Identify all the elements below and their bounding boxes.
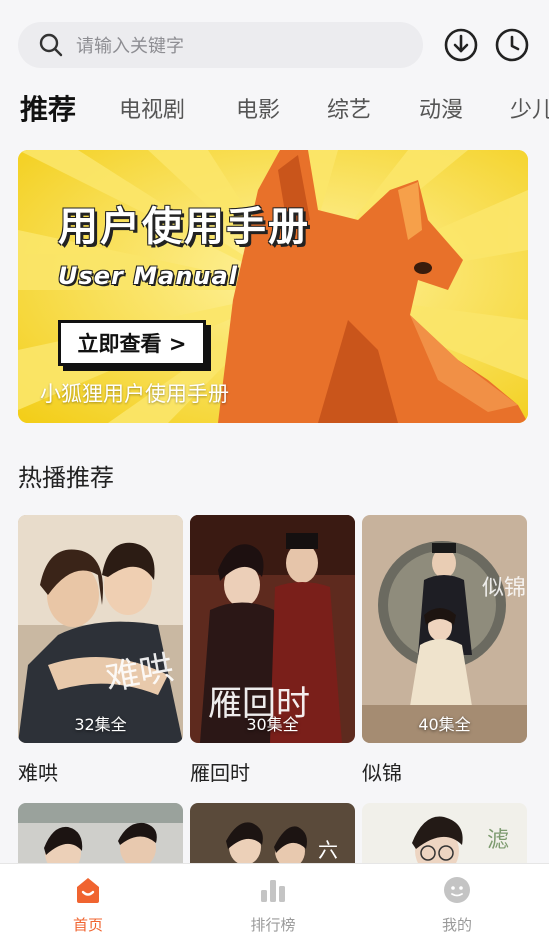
top-bar: 请输入关键字 <box>0 0 549 80</box>
history-clock-icon[interactable] <box>494 27 530 63</box>
tab-anime[interactable]: 动漫 <box>419 92 463 124</box>
poster-image: 六 <box>190 803 355 863</box>
poster-image: 雁回时 <box>190 515 355 743</box>
nav-home[interactable]: 首页 <box>28 864 148 943</box>
poster-image: 滤 <box>362 803 527 863</box>
nav-home-label: 首页 <box>72 916 103 934</box>
drama-card[interactable]: 六 <box>190 803 355 863</box>
search-placeholder: 请输入关键字 <box>76 36 184 57</box>
poster-image <box>18 803 183 863</box>
drama-card[interactable]: 雁回时 30集全 雁回时 <box>190 515 355 786</box>
tab-kids[interactable]: 少儿 <box>510 92 549 124</box>
episode-count: 30集全 <box>246 715 299 734</box>
drama-title[interactable]: 难哄 <box>18 757 183 786</box>
drama-card[interactable]: 滤 <box>362 803 527 863</box>
nav-ranking[interactable]: 排行榜 <box>213 864 333 943</box>
svg-text:似锦: 似锦 <box>482 576 526 601</box>
poster-text: 六 <box>318 838 338 862</box>
drama-poster[interactable]: 似锦 40集全 <box>362 515 527 743</box>
tab-movies[interactable]: 电影 <box>236 92 280 124</box>
nav-profile-label: 我的 <box>441 916 472 934</box>
tab-recommend[interactable]: 推荐 <box>20 88 76 128</box>
poster-image: 难哄 <box>18 515 183 743</box>
episode-count: 40集全 <box>418 715 471 734</box>
bottom-navigation: 首页 排行榜 我的 <box>0 863 549 943</box>
banner-title: 用户使用手册 <box>58 204 310 250</box>
poster-text: 滤 <box>487 828 509 853</box>
download-icon[interactable] <box>443 27 479 63</box>
view-now-button[interactable]: 立即查看 > <box>58 320 206 366</box>
category-tabs: 推荐 电视剧 电影 综艺 动漫 少儿 <box>0 84 549 134</box>
drama-card[interactable] <box>18 803 183 863</box>
nav-ranking-label: 排行榜 <box>250 916 296 934</box>
home-icon <box>77 878 99 903</box>
drama-poster[interactable]: 难哄 32集全 <box>18 515 183 743</box>
drama-poster[interactable]: 雁回时 30集全 <box>190 515 355 743</box>
section-title: 热播推荐 <box>18 464 114 492</box>
tab-tv-series[interactable]: 电视剧 <box>119 92 185 124</box>
search-input[interactable]: 请输入关键字 <box>18 22 423 68</box>
search-icon <box>39 33 63 57</box>
drama-card[interactable]: 难哄 32集全 难哄 <box>18 515 183 786</box>
episode-count: 32集全 <box>74 715 127 734</box>
banner-caption: 小狐狸用户使用手册 <box>40 382 229 406</box>
poster-image: 似锦 <box>362 515 527 743</box>
drama-title[interactable]: 雁回时 <box>190 757 355 786</box>
profile-face-icon <box>444 877 470 903</box>
nav-profile[interactable]: 我的 <box>397 864 517 943</box>
hero-banner[interactable]: 用户使用手册 User Manual 立即查看 > 小狐狸用户使用手册 <box>18 150 528 423</box>
ranking-bars-icon <box>261 880 285 902</box>
tab-variety[interactable]: 综艺 <box>327 92 371 124</box>
banner-subtitle: User Manual <box>58 262 238 290</box>
drama-card[interactable]: 似锦 40集全 似锦 <box>362 515 527 786</box>
drama-title[interactable]: 似锦 <box>362 757 527 786</box>
